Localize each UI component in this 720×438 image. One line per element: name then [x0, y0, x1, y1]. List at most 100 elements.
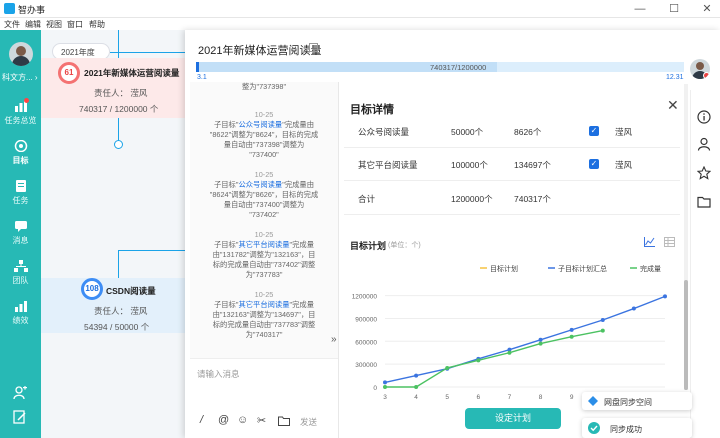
folder-icon[interactable]: [697, 195, 711, 209]
user-name[interactable]: 科文方... ›: [2, 72, 38, 83]
divider: [344, 147, 680, 148]
person-icon[interactable]: [697, 137, 711, 151]
subgoal-checkbox[interactable]: ✓: [589, 126, 599, 136]
slash-command-icon[interactable]: /: [200, 414, 203, 426]
line-chart-icon[interactable]: [644, 237, 655, 247]
detail-title: 目标详情: [350, 104, 394, 116]
emoji-icon[interactable]: ☺: [237, 414, 248, 426]
legend-label: 目标计划: [490, 264, 518, 273]
sidebar-item-team[interactable]: 团队: [0, 260, 41, 286]
subgoal-link[interactable]: 其它平台阅读量: [238, 240, 289, 249]
chat-icon: [14, 221, 27, 232]
table-view-icon[interactable]: [664, 237, 675, 247]
subgoal-name[interactable]: 公众号阅读量: [358, 126, 409, 138]
user-avatar[interactable]: [9, 42, 33, 66]
progress-ring: 108: [81, 278, 103, 300]
series-line: [385, 329, 603, 388]
connector-line: [110, 52, 185, 53]
divider: [190, 358, 338, 359]
connector-line: [118, 250, 185, 251]
panel-title: 2021年新媒体运营阅读量: [198, 45, 322, 57]
data-point: [383, 380, 387, 385]
menu-window[interactable]: 窗口: [67, 19, 83, 30]
set-plan-button[interactable]: 设定计划: [465, 408, 561, 429]
check-circle-icon: [588, 422, 600, 434]
y-tick-label: 600000: [355, 339, 377, 346]
subgoal-name[interactable]: 其它平台阅读量: [358, 159, 418, 171]
close-panel-button[interactable]: ✕: [667, 97, 679, 114]
subgoal-done: 134697个: [514, 160, 551, 170]
expand-node-icon[interactable]: [114, 140, 123, 149]
x-tick-label: 7: [508, 394, 512, 401]
edit-icon[interactable]: [309, 43, 318, 52]
data-point: [663, 294, 667, 299]
sidebar-item-label: 消息: [12, 236, 29, 245]
list-icon: [15, 180, 26, 192]
toast-text: 同步成功: [610, 425, 642, 434]
data-point: [383, 385, 387, 389]
app-logo-icon: [4, 3, 15, 14]
progress-ring: 61: [58, 62, 80, 84]
goal-card-title: 2021年新媒体运营阅读量: [84, 68, 180, 78]
message-input[interactable]: 请输入消息: [197, 368, 240, 380]
add-user-icon[interactable]: [13, 386, 27, 400]
y-tick-label: 1200000: [352, 294, 378, 301]
target-icon: [14, 140, 27, 152]
x-tick-label: 5: [445, 394, 449, 401]
sidebar-item-tasks[interactable]: 任务: [0, 180, 41, 206]
y-tick-label: 0: [373, 385, 377, 392]
series-line: [384, 295, 666, 384]
data-point: [569, 327, 574, 332]
connector-line: [118, 30, 119, 58]
subgoal-link[interactable]: 公众号阅读量: [238, 120, 282, 129]
data-point: [507, 350, 512, 355]
close-window-button[interactable]: ✕: [697, 2, 717, 16]
owner-avatar[interactable]: [690, 59, 710, 79]
info-icon[interactable]: [697, 110, 711, 124]
plan-title: 目标计划: [350, 241, 387, 251]
sidebar-item-performance[interactable]: 绩效: [0, 300, 41, 326]
org-icon: [13, 260, 28, 272]
send-button[interactable]: 发送: [300, 416, 317, 428]
subgoal-link[interactable]: 其它平台阅读量: [238, 300, 289, 309]
stats-icon: [14, 301, 27, 312]
mention-icon[interactable]: @: [218, 414, 229, 426]
menu-help[interactable]: 帮助: [89, 19, 105, 30]
x-tick-label: 8: [539, 394, 543, 401]
edit-note-icon[interactable]: [13, 410, 27, 424]
toast-text: 网盘同步空间: [604, 398, 652, 407]
divider: [344, 214, 680, 215]
minimize-button[interactable]: —: [630, 2, 650, 16]
plan-line-chart: 030000060000090000012000003456789101112目…: [352, 264, 669, 401]
folder-icon[interactable]: [278, 416, 290, 426]
data-point: [538, 337, 543, 342]
activity-item: 10-25 子目标"其它平台阅读量"完成量 由"131782"调整为"13216…: [212, 230, 316, 279]
subgoal-owner: 滢风: [615, 127, 633, 137]
goal-card-owner: 责任人： 滢风: [94, 306, 148, 316]
data-point: [414, 385, 419, 389]
subgoal-checkbox[interactable]: ✓: [589, 159, 599, 169]
notification-dot: [24, 98, 29, 103]
sidebar-item-label: 任务总览: [4, 116, 37, 125]
maximize-button[interactable]: ☐: [664, 2, 684, 16]
subgoal-link[interactable]: 公众号阅读量: [238, 180, 282, 189]
sidebar-item-overview[interactable]: 任务总览: [0, 100, 41, 126]
sync-success-toast[interactable]: 同步成功: [582, 418, 692, 438]
title-bar: [0, 0, 720, 18]
sync-toast[interactable]: 网盘同步空间: [582, 392, 692, 410]
legend-label: 子目标计划汇总: [558, 264, 607, 273]
data-point: [538, 341, 543, 346]
star-icon[interactable]: [697, 166, 711, 180]
sidebar-item-goals[interactable]: 目标: [0, 140, 41, 166]
menu-edit[interactable]: 编辑: [25, 19, 41, 30]
scissors-icon[interactable]: ✂: [257, 414, 266, 427]
data-point: [445, 365, 450, 370]
x-tick-label: 4: [414, 394, 418, 401]
menu-view[interactable]: 视图: [46, 19, 62, 30]
collapse-activity-button[interactable]: »: [331, 334, 337, 345]
scrollbar-thumb[interactable]: [684, 280, 688, 390]
y-tick-label: 900000: [355, 316, 377, 323]
divider: [344, 180, 680, 181]
menu-file[interactable]: 文件: [4, 19, 20, 30]
sidebar-item-messages[interactable]: 消息: [0, 220, 41, 246]
